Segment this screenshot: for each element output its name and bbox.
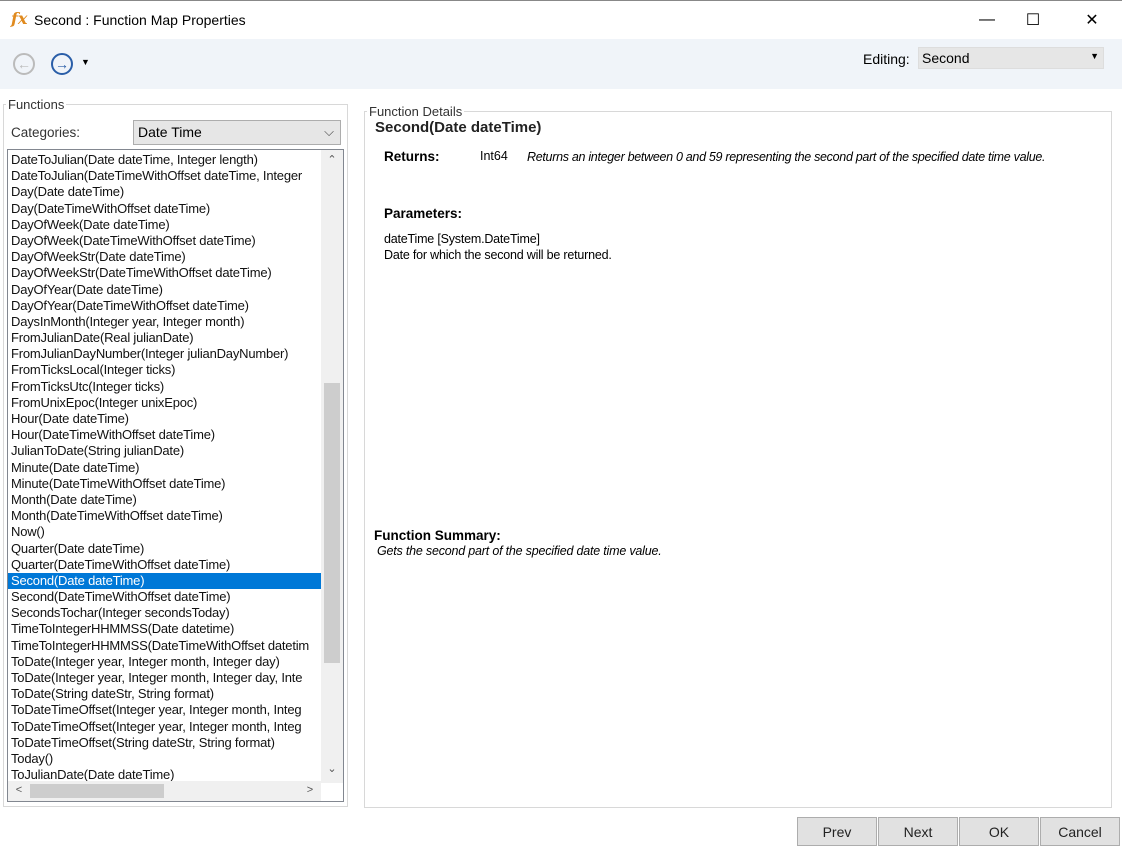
maximize-button[interactable]: ☐ [1010,5,1056,35]
close-button[interactable]: ✕ [1069,5,1115,35]
list-item[interactable]: DayOfWeek(Date dateTime) [8,217,321,233]
returns-description: Returns an integer between 0 and 59 repr… [527,149,1087,165]
prev-button[interactable]: Prev [797,817,877,846]
function-signature: Second(Date dateTime) [375,119,541,136]
list-item[interactable]: Hour(DateTimeWithOffset dateTime) [8,427,321,443]
scroll-down-icon[interactable]: ⌄ [323,762,341,775]
ok-button[interactable]: OK [959,817,1039,846]
list-item[interactable]: Minute(DateTimeWithOffset dateTime) [8,476,321,492]
category-value: Date Time [138,124,202,140]
list-item[interactable]: FromJulianDate(Real julianDate) [8,330,321,346]
editing-select[interactable]: Second ▼ [918,47,1104,69]
list-item[interactable]: ToDateTimeOffset(Integer year, Integer m… [8,719,321,735]
forward-button[interactable]: → [51,53,73,75]
list-item[interactable]: ToDateTimeOffset(String dateStr, String … [8,735,321,751]
list-item[interactable]: FromTicksLocal(Integer ticks) [8,362,321,378]
toolbar: ← → ▼ Editing: Second ▼ [0,39,1122,89]
list-item[interactable]: DayOfYear(DateTimeWithOffset dateTime) [8,298,321,314]
chevron-down-icon: ▼ [1090,51,1099,61]
horizontal-scrollbar[interactable]: < > [8,781,321,801]
function-details-legend: Function Details [367,104,464,119]
list-item[interactable]: DaysInMonth(Integer year, Integer month) [8,314,321,330]
fx-icon: fx [11,9,27,28]
scroll-right-icon[interactable]: > [301,784,319,796]
forward-dropdown-icon[interactable]: ▼ [81,57,90,67]
returns-label: Returns: [384,149,440,164]
list-item[interactable]: DayOfYear(Date dateTime) [8,282,321,298]
summary-label: Function Summary: [374,528,501,543]
editing-value: Second [922,50,969,66]
list-item-selected[interactable]: Second(Date dateTime) [8,573,321,589]
parameter-name: dateTime [System.DateTime] [384,232,540,246]
parameters-label: Parameters: [384,206,462,221]
list-item[interactable]: TimeToIntegerHHMMSS(Date datetime) [8,621,321,637]
list-item[interactable]: FromUnixEpoc(Integer unixEpoc) [8,395,321,411]
parameter-description: Date for which the second will be return… [384,248,612,262]
list-item[interactable]: ToDate(String dateStr, String format) [8,686,321,702]
list-item[interactable]: FromTicksUtc(Integer ticks) [8,379,321,395]
next-button[interactable]: Next [878,817,958,846]
list-item[interactable]: Quarter(DateTimeWithOffset dateTime) [8,557,321,573]
window-title: Second : Function Map Properties [34,12,246,28]
list-item[interactable]: Month(DateTimeWithOffset dateTime) [8,508,321,524]
list-item[interactable]: Hour(Date dateTime) [8,411,321,427]
functions-legend: Functions [6,97,66,112]
minimize-button[interactable]: — [964,5,1010,35]
list-item[interactable]: Minute(Date dateTime) [8,460,321,476]
scroll-left-icon[interactable]: < [10,784,28,796]
list-item[interactable]: ToDateTimeOffset(Integer year, Integer m… [8,702,321,718]
scroll-up-icon[interactable]: ⌃ [323,153,341,166]
title-bar: fx Second : Function Map Properties — ☐ … [0,1,1122,39]
categories-label: Categories: [11,125,80,140]
vertical-scrollbar[interactable]: ⌃ ⌄ [321,150,343,783]
back-button[interactable]: ← [13,53,35,75]
cancel-button[interactable]: Cancel [1040,817,1120,846]
function-list[interactable]: DateToJulian(Date dateTime, Integer leng… [7,149,344,802]
list-item[interactable]: JulianToDate(String julianDate) [8,443,321,459]
list-item[interactable]: Month(Date dateTime) [8,492,321,508]
function-details-group: Function Details [364,104,1112,808]
list-item[interactable]: Day(Date dateTime) [8,184,321,200]
vertical-scroll-thumb[interactable] [324,383,340,663]
arrow-left-circle-icon: ← [17,56,31,72]
list-item[interactable]: ToDate(Integer year, Integer month, Inte… [8,670,321,686]
list-item[interactable]: FromJulianDayNumber(Integer julianDayNum… [8,346,321,362]
list-item[interactable]: Day(DateTimeWithOffset dateTime) [8,201,321,217]
arrow-right-circle-icon: → [55,56,69,72]
chevron-down-icon: ⌵ [324,124,334,140]
list-item[interactable]: SecondsTochar(Integer secondsToday) [8,605,321,621]
list-item[interactable]: DateToJulian(DateTimeWithOffset dateTime… [8,168,321,184]
list-item[interactable]: DayOfWeekStr(DateTimeWithOffset dateTime… [8,265,321,281]
list-item[interactable]: TimeToIntegerHHMMSS(DateTimeWithOffset d… [8,638,321,654]
list-item[interactable]: DayOfWeekStr(Date dateTime) [8,249,321,265]
list-item[interactable]: Now() [8,524,321,540]
list-item[interactable]: DateToJulian(Date dateTime, Integer leng… [8,152,321,168]
list-item[interactable]: Quarter(Date dateTime) [8,541,321,557]
editing-label: Editing: [863,51,910,67]
list-item[interactable]: ToDate(Integer year, Integer month, Inte… [8,654,321,670]
returns-type: Int64 [480,149,508,163]
horizontal-scroll-thumb[interactable] [30,784,164,798]
list-item[interactable]: DayOfWeek(DateTimeWithOffset dateTime) [8,233,321,249]
list-item[interactable]: Second(DateTimeWithOffset dateTime) [8,589,321,605]
categories-select[interactable]: Date Time ⌵ [133,120,341,145]
list-item[interactable]: Today() [8,751,321,767]
summary-text: Gets the second part of the specified da… [377,544,662,558]
